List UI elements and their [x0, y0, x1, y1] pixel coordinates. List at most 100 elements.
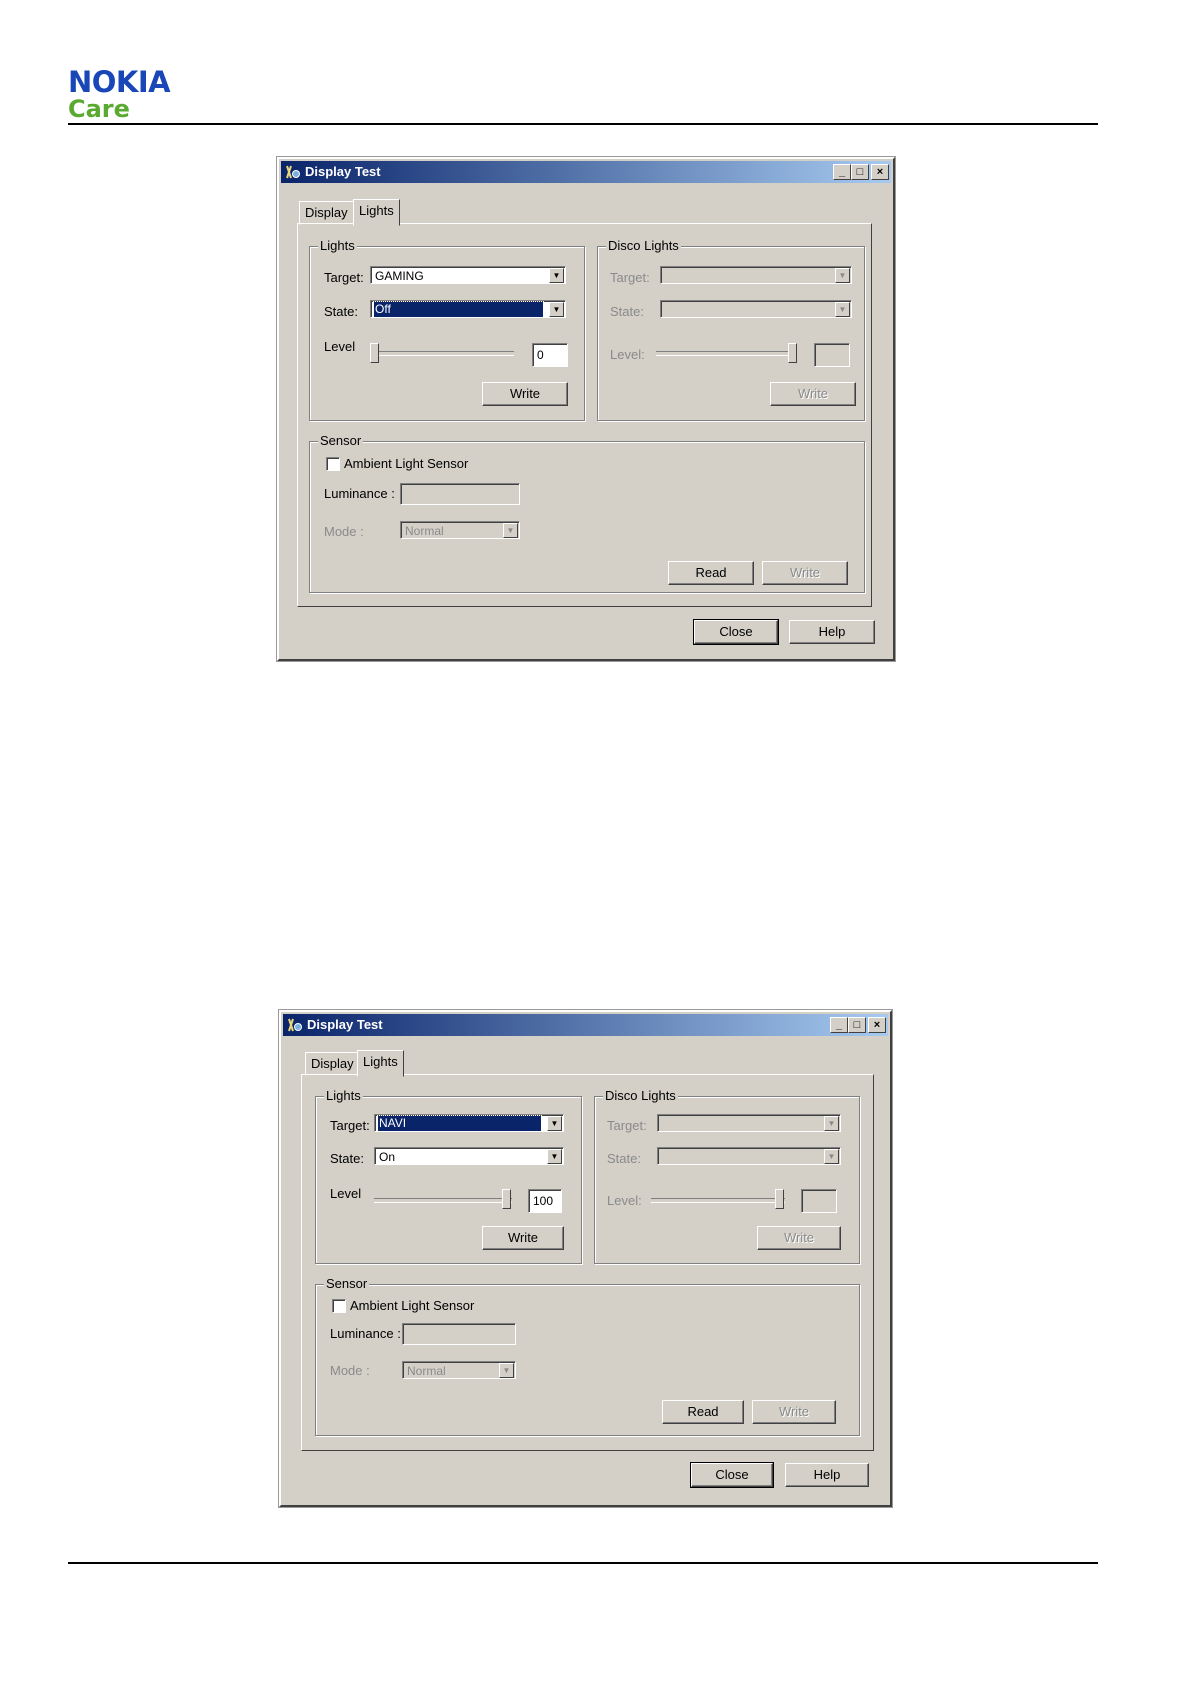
- level-label: Level: [324, 339, 356, 354]
- disco-level-label: Level:: [607, 1193, 642, 1208]
- tab-lights[interactable]: Lights: [357, 1050, 404, 1077]
- state-combo[interactable]: On ▼: [374, 1147, 564, 1165]
- lights-group: Lights Target: NAVI ▼ State: On ▼ Level …: [315, 1088, 582, 1264]
- disco-lights-group: Disco Lights Target: ▼ State: ▼ Level: W…: [597, 238, 865, 421]
- chevron-down-icon[interactable]: ▼: [549, 302, 564, 317]
- maximize-icon[interactable]: □: [851, 164, 869, 180]
- chevron-down-icon[interactable]: ▼: [499, 1363, 514, 1378]
- help-button[interactable]: Help: [785, 1463, 869, 1487]
- disco-level-label: Level:: [610, 347, 645, 362]
- disco-state-combo[interactable]: ▼: [657, 1147, 841, 1165]
- sensor-write-button[interactable]: Write: [762, 561, 848, 585]
- target-label: Target:: [330, 1118, 370, 1133]
- luminance-field: [400, 483, 520, 505]
- disco-target-combo[interactable]: ▼: [660, 266, 852, 284]
- maximize-icon[interactable]: □: [848, 1017, 866, 1033]
- mode-label: Mode :: [324, 524, 364, 539]
- chevron-down-icon[interactable]: ▼: [824, 1116, 839, 1131]
- tab-lights[interactable]: Lights: [353, 199, 400, 226]
- read-button[interactable]: Read: [662, 1400, 744, 1424]
- disco-level-input[interactable]: [814, 343, 850, 367]
- target-value: GAMING: [375, 269, 424, 283]
- level-slider-track[interactable]: [374, 1198, 512, 1203]
- disco-level-input[interactable]: [801, 1189, 837, 1213]
- target-combo[interactable]: GAMING ▼: [370, 266, 566, 284]
- nokia-care-logo: NOKIA Care: [68, 65, 171, 123]
- level-input[interactable]: 100: [528, 1189, 562, 1213]
- disco-state-combo[interactable]: ▼: [660, 300, 852, 318]
- title-bar[interactable]: Display Test _ □ ×: [281, 161, 891, 183]
- level-label: Level: [330, 1186, 362, 1201]
- sensor-legend: Sensor: [324, 1276, 370, 1291]
- help-button[interactable]: Help: [789, 620, 875, 644]
- chevron-down-icon[interactable]: ▼: [549, 268, 564, 283]
- header-rule: [68, 123, 1098, 125]
- close-button[interactable]: Close: [693, 619, 779, 645]
- logo-sub: Care: [68, 95, 130, 123]
- chevron-down-icon[interactable]: ▼: [835, 268, 850, 283]
- chevron-down-icon[interactable]: ▼: [824, 1149, 839, 1164]
- display-test-dialog-1: Display Test _ □ × Display Lights Lights…: [277, 157, 895, 661]
- chevron-down-icon[interactable]: ▼: [835, 302, 850, 317]
- state-combo[interactable]: Off ▼: [370, 300, 566, 318]
- disco-state-label: State:: [610, 304, 644, 319]
- minimize-icon[interactable]: _: [830, 1017, 848, 1033]
- close-icon[interactable]: ×: [868, 1017, 886, 1033]
- disco-level-slider-thumb[interactable]: [775, 1189, 784, 1209]
- chevron-down-icon[interactable]: ▼: [503, 523, 518, 538]
- lights-legend: Lights: [324, 1088, 363, 1103]
- ambient-light-checkbox[interactable]: [326, 457, 340, 471]
- disco-target-label: Target:: [607, 1118, 647, 1133]
- minimize-icon[interactable]: _: [833, 164, 851, 180]
- disco-legend: Disco Lights: [606, 238, 681, 253]
- state-label: State:: [330, 1151, 364, 1166]
- logo-brand: NOKIA: [68, 65, 171, 99]
- lights-legend: Lights: [318, 238, 357, 253]
- sensor-legend: Sensor: [318, 433, 364, 448]
- level-input[interactable]: 0: [532, 343, 568, 367]
- window-title: Display Test: [305, 164, 381, 179]
- window-title: Display Test: [307, 1017, 383, 1032]
- app-icon: [288, 1018, 302, 1032]
- ambient-light-label: Ambient Light Sensor: [344, 456, 469, 471]
- disco-level-slider-track[interactable]: [651, 1198, 785, 1203]
- mode-value: Normal: [407, 1364, 446, 1378]
- target-combo[interactable]: NAVI ▼: [374, 1114, 564, 1132]
- disco-write-button[interactable]: Write: [770, 382, 856, 406]
- level-slider-track[interactable]: [372, 351, 514, 356]
- write-button[interactable]: Write: [482, 382, 568, 406]
- title-bar[interactable]: Display Test _ □ ×: [283, 1014, 888, 1036]
- mode-combo[interactable]: Normal ▼: [402, 1361, 516, 1379]
- close-button[interactable]: Close: [690, 1462, 774, 1488]
- target-label: Target:: [324, 270, 364, 285]
- level-slider-thumb[interactable]: [370, 343, 379, 363]
- close-icon[interactable]: ×: [871, 164, 889, 180]
- tab-display[interactable]: Display: [299, 201, 354, 225]
- level-slider-thumb[interactable]: [502, 1189, 511, 1209]
- target-value: NAVI: [377, 1115, 542, 1132]
- ambient-light-checkbox[interactable]: [332, 1299, 346, 1313]
- display-test-dialog-2: Display Test _ □ × Display Lights Lights…: [279, 1010, 892, 1507]
- chevron-down-icon[interactable]: ▼: [547, 1116, 562, 1131]
- mode-value: Normal: [405, 524, 444, 538]
- read-button[interactable]: Read: [668, 561, 754, 585]
- disco-state-label: State:: [607, 1151, 641, 1166]
- disco-lights-group: Disco Lights Target: ▼ State: ▼ Level: W…: [594, 1088, 860, 1264]
- sensor-group: Sensor Ambient Light Sensor Luminance : …: [315, 1276, 860, 1436]
- app-icon: [286, 165, 300, 179]
- disco-legend: Disco Lights: [603, 1088, 678, 1103]
- luminance-field: [402, 1323, 516, 1345]
- chevron-down-icon[interactable]: ▼: [547, 1149, 562, 1164]
- luminance-label: Luminance :: [330, 1326, 401, 1341]
- state-value: Off: [373, 301, 544, 318]
- disco-target-combo[interactable]: ▼: [657, 1114, 841, 1132]
- disco-level-slider-track[interactable]: [656, 351, 796, 356]
- write-button[interactable]: Write: [482, 1226, 564, 1250]
- tab-display[interactable]: Display: [305, 1052, 360, 1076]
- disco-write-button[interactable]: Write: [757, 1226, 841, 1250]
- disco-level-slider-thumb[interactable]: [788, 343, 797, 363]
- sensor-write-button[interactable]: Write: [752, 1400, 836, 1424]
- mode-combo[interactable]: Normal ▼: [400, 521, 520, 539]
- state-label: State:: [324, 304, 358, 319]
- luminance-label: Luminance :: [324, 486, 395, 501]
